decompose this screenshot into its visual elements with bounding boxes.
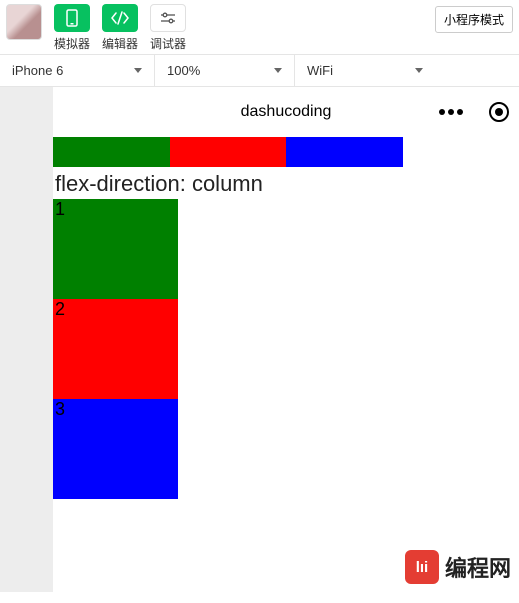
avatar[interactable] [6,4,42,40]
dots-icon [448,109,454,115]
watermark-text: 编程网 [445,551,511,583]
dots-icon [439,109,445,115]
flex-row-demo [53,137,403,167]
debugger-button[interactable]: 调试器 [150,4,186,52]
device-selector[interactable]: iPhone 6 [0,55,155,86]
simulator-area: dashucoding flex-direction: column 1 2 3… [0,87,519,592]
zoom-selector[interactable]: 100% [155,55,295,86]
watermark-logo: lıi [405,550,439,584]
phone-icon [54,4,90,32]
chevron-down-icon [134,68,142,73]
col-box-2: 2 [53,299,178,399]
simulator-label: 模拟器 [54,35,90,52]
row-box-2 [170,137,287,167]
mode-button[interactable]: 小程序模式 [435,6,513,33]
simulator-header: dashucoding [53,87,519,137]
section-label: flex-direction: column [53,167,519,199]
network-selector[interactable]: WiFi [295,55,435,86]
network-value: WiFi [307,63,333,78]
sliders-icon [150,4,186,32]
editor-button[interactable]: 编辑器 [102,4,138,52]
selector-row: iPhone 6 100% WiFi [0,54,519,87]
debugger-label: 调试器 [150,35,186,52]
col-box-1: 1 [53,199,178,299]
col-box-3: 3 [53,399,178,499]
row-box-1 [53,137,170,167]
page-title: dashucoding [241,103,332,121]
row-box-3 [286,137,403,167]
dots-icon [457,109,463,115]
chevron-down-icon [274,68,282,73]
device-value: iPhone 6 [12,63,63,78]
close-target-button[interactable] [489,102,509,122]
more-button[interactable] [435,105,467,119]
chevron-down-icon [415,68,423,73]
toolbar: 模拟器 编辑器 调试器 小程序模式 [0,0,519,54]
flex-column-demo: 1 2 3 [53,199,519,499]
editor-label: 编辑器 [102,35,138,52]
simulator-gutter [0,87,53,592]
simulator-screen: dashucoding flex-direction: column 1 2 3… [53,87,519,592]
watermark: lıi 编程网 [405,550,511,584]
code-icon [102,4,138,32]
simulator-button[interactable]: 模拟器 [54,4,90,52]
zoom-value: 100% [167,63,200,78]
